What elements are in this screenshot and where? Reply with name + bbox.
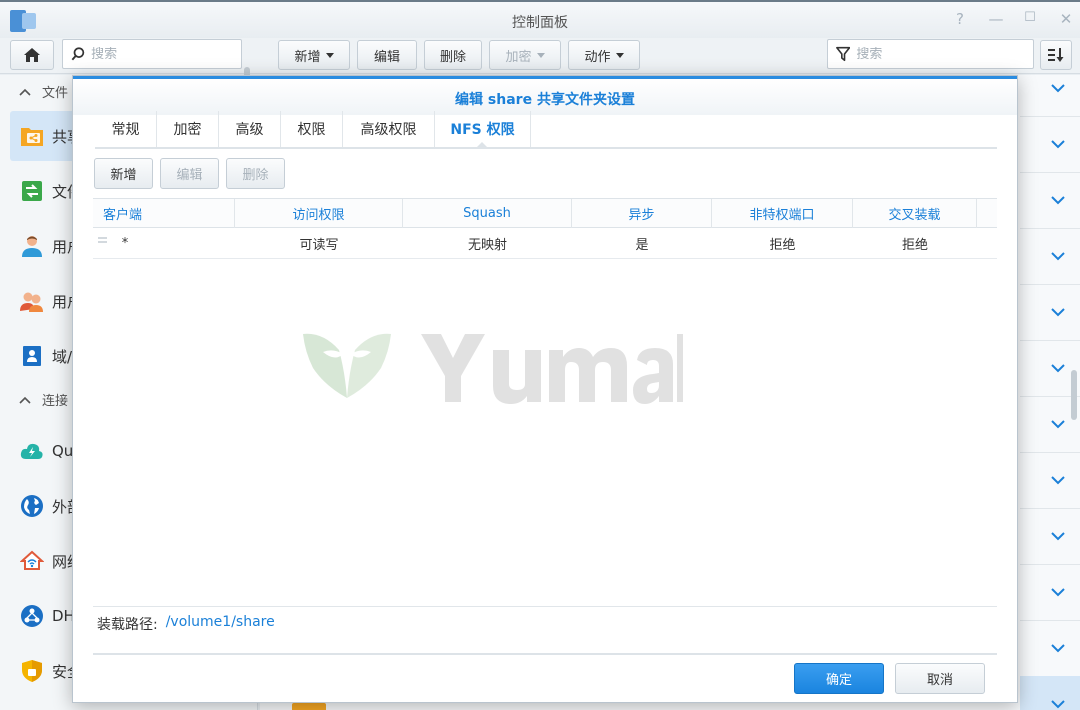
nfs-rules-table: 客户端 访问权限 Squash 异步 非特权端口 交叉装载 * 可读写 无映射 … xyxy=(93,198,997,259)
user-icon xyxy=(20,234,44,258)
domain-icon xyxy=(20,344,44,368)
cell-nonpriv-port: 拒绝 xyxy=(769,237,796,253)
ok-button[interactable]: 确定 xyxy=(794,663,884,694)
home-button[interactable] xyxy=(10,40,54,70)
list-row-divider xyxy=(1020,172,1080,173)
column-header-cross-mount[interactable]: 交叉装载 xyxy=(853,199,977,228)
tab-permissions[interactable]: 权限 xyxy=(281,111,343,147)
nfs-delete-button[interactable]: 删除 xyxy=(226,158,285,189)
mount-path: 装载路径: /volume1/share xyxy=(97,614,275,634)
window-title: 控制面板 xyxy=(512,15,568,31)
chevron-up-icon xyxy=(19,396,31,404)
chevron-down-icon[interactable] xyxy=(1048,249,1068,263)
sort-button[interactable] xyxy=(1040,40,1072,70)
shared-folder-icon xyxy=(20,124,44,148)
title-bar: 控制面板 ? — ☐ ✕ xyxy=(0,0,1080,38)
filter-search-input[interactable] xyxy=(856,46,1033,62)
dialog-footer-divider xyxy=(93,653,997,655)
mount-path-label: 装载路径: xyxy=(97,617,158,633)
cell-async: 是 xyxy=(635,237,649,253)
chevron-down-icon[interactable] xyxy=(1048,193,1068,207)
column-header-client[interactable]: 客户端 xyxy=(93,199,235,228)
list-row-divider xyxy=(1020,564,1080,565)
drag-handle-icon[interactable] xyxy=(98,237,107,247)
tab-encryption[interactable]: 加密 xyxy=(157,111,219,147)
list-row-divider xyxy=(1020,116,1080,117)
list-row-divider xyxy=(1020,508,1080,509)
list-row-divider xyxy=(1020,620,1080,621)
mount-path-divider xyxy=(93,606,997,607)
chevron-down-icon[interactable] xyxy=(1048,417,1068,431)
action-button[interactable]: 动作 xyxy=(568,40,640,70)
column-header-nonpriv-port[interactable]: 非特权端口 xyxy=(712,199,853,228)
chevron-down-icon[interactable] xyxy=(1048,305,1068,319)
security-icon xyxy=(20,659,44,683)
list-scrollbar[interactable] xyxy=(1071,370,1077,420)
edit-shared-folder-dialog: 编辑 share 共享文件夹设置 常规 加密 高级 权限 高级权限 NFS 权限… xyxy=(72,75,1018,703)
file-services-icon xyxy=(20,179,44,203)
list-row-divider xyxy=(1020,452,1080,453)
chevron-up-icon xyxy=(19,88,31,96)
chevron-down-icon xyxy=(536,52,545,58)
sidebar-search-input[interactable] xyxy=(91,46,241,62)
list-row-divider xyxy=(1020,228,1080,229)
cancel-button[interactable]: 取消 xyxy=(895,663,985,694)
sort-icon xyxy=(1048,48,1064,62)
add-button[interactable]: 新增 xyxy=(278,40,350,70)
table-header: 客户端 访问权限 Squash 异步 非特权端口 交叉装载 xyxy=(93,198,997,228)
nfs-edit-button[interactable]: 编辑 xyxy=(160,158,219,189)
sidebar-section-connectivity[interactable]: 连接 xyxy=(18,390,68,409)
filter-icon xyxy=(836,46,851,62)
minimize-icon[interactable]: — xyxy=(984,10,1008,28)
dhcp-icon xyxy=(20,604,44,628)
tab-advanced-permissions[interactable]: 高级权限 xyxy=(343,111,435,147)
external-access-icon xyxy=(20,494,44,518)
cell-cross-mount: 拒绝 xyxy=(901,237,928,253)
table-row[interactable]: * 可读写 无映射 是 拒绝 拒绝 xyxy=(93,228,997,259)
chevron-down-icon[interactable] xyxy=(1048,641,1068,655)
close-icon[interactable]: ✕ xyxy=(1054,10,1078,28)
group-icon xyxy=(20,289,44,313)
chevron-down-icon[interactable] xyxy=(1048,585,1068,599)
home-icon xyxy=(24,48,40,62)
column-header-squash[interactable]: Squash xyxy=(403,199,572,228)
network-icon xyxy=(20,549,44,573)
chevron-down-icon[interactable] xyxy=(1048,529,1068,543)
encrypt-button[interactable]: 加密 xyxy=(489,40,561,70)
chevron-down-icon[interactable] xyxy=(1048,81,1068,95)
nfs-add-button[interactable]: 新增 xyxy=(94,158,153,189)
search-icon xyxy=(71,47,85,61)
mount-path-value: /volume1/share xyxy=(165,614,275,630)
dialog-header: 编辑 share 共享文件夹设置 xyxy=(73,79,1017,115)
chevron-down-icon[interactable] xyxy=(1048,473,1068,487)
toolbar: 新增 编辑 删除 加密 动作 xyxy=(0,38,1080,74)
tab-general[interactable]: 常规 xyxy=(95,111,157,147)
chevron-down-icon[interactable] xyxy=(1048,697,1068,710)
quickconnect-icon xyxy=(20,439,44,463)
column-header-access[interactable]: 访问权限 xyxy=(235,199,403,228)
active-tab-indicator xyxy=(475,142,489,149)
tab-advanced[interactable]: 高级 xyxy=(219,111,281,147)
shared-folder-icon xyxy=(292,703,326,710)
maximize-icon[interactable]: ☐ xyxy=(1018,10,1042,25)
sidebar-section-file[interactable]: 文件 xyxy=(18,82,68,101)
sidebar-search[interactable] xyxy=(62,39,242,69)
chevron-down-icon[interactable] xyxy=(1048,137,1068,151)
chevron-down-icon xyxy=(615,52,624,58)
help-icon[interactable]: ? xyxy=(948,10,972,28)
filter-search[interactable] xyxy=(827,39,1034,69)
dialog-title: 编辑 share 共享文件夹设置 xyxy=(455,92,635,108)
delete-button[interactable]: 删除 xyxy=(424,40,482,70)
list-row-divider xyxy=(1020,340,1080,341)
chevron-down-icon xyxy=(325,52,334,58)
list-row-divider xyxy=(1020,284,1080,285)
cell-access: 可读写 xyxy=(299,237,339,253)
chevron-down-icon[interactable] xyxy=(1048,361,1068,375)
watermark-logo-icon xyxy=(303,333,683,404)
dialog-tabs: 常规 加密 高级 权限 高级权限 NFS 权限 xyxy=(95,111,997,149)
column-header-async[interactable]: 异步 xyxy=(572,199,712,228)
edit-button[interactable]: 编辑 xyxy=(357,40,417,70)
cell-client: * xyxy=(121,235,129,251)
cell-squash: 无映射 xyxy=(467,237,507,253)
